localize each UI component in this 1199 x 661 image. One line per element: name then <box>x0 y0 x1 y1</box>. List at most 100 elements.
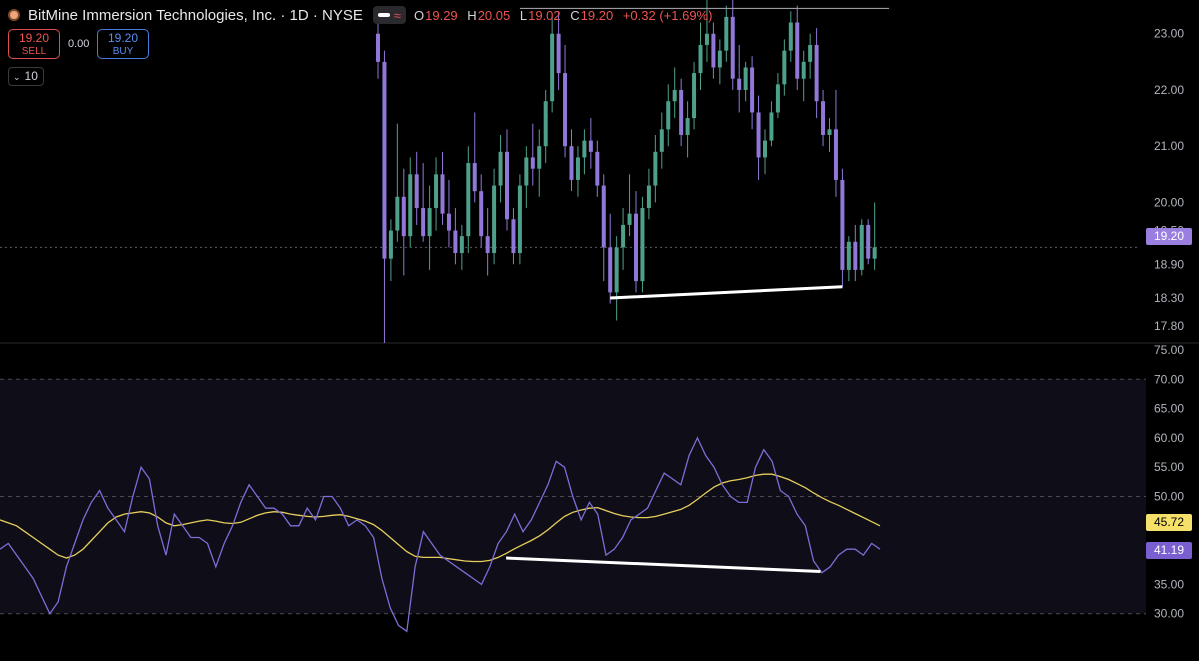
candle-body <box>427 208 432 237</box>
candle-body <box>556 33 561 74</box>
candle-body <box>795 22 800 79</box>
price-pane[interactable] <box>0 0 1199 344</box>
last-price-badge: 19.20 <box>1146 228 1192 245</box>
candle-body <box>846 241 851 270</box>
price-tick-label: 22.00 <box>1154 83 1184 97</box>
ohlc-readout: O19.29 H20.05 L19.02 C19.20 +0.32 (+1.69… <box>414 8 718 23</box>
candle-body <box>833 129 838 180</box>
buy-price: 19.20 <box>107 31 139 45</box>
candle-body <box>421 208 426 237</box>
rsi-tick-label: 50.00 <box>1154 490 1184 504</box>
low-label: L <box>519 7 528 23</box>
buy-label: BUY <box>112 46 134 57</box>
candle-body <box>395 196 400 231</box>
candle-body <box>440 174 445 214</box>
candle-body <box>685 118 690 135</box>
candle-body <box>550 33 555 102</box>
low-value: 19.02 <box>528 7 561 23</box>
candle-body <box>704 33 709 45</box>
rsi-tick-label: 55.00 <box>1154 460 1184 474</box>
candle-body <box>459 236 464 254</box>
rsi-pane[interactable] <box>0 378 1146 633</box>
price-tick-label: 17.80 <box>1154 319 1184 333</box>
candle-body <box>814 44 819 102</box>
spread-value: 0.00 <box>68 38 90 50</box>
rsi-tick-label: 70.00 <box>1154 372 1184 386</box>
visibility-toggle[interactable]: ≈ <box>372 6 406 24</box>
price-tick-label: 20.00 <box>1154 195 1184 209</box>
candle-body <box>382 61 387 259</box>
candle-body <box>821 101 826 135</box>
candle-body <box>788 22 793 51</box>
candle-body <box>582 140 587 158</box>
price-tick-label: 21.00 <box>1154 139 1184 153</box>
open-value: 19.29 <box>425 7 458 23</box>
rsi-tick-label: 30.00 <box>1154 607 1184 621</box>
candle-body <box>498 151 503 186</box>
rsi-axis[interactable]: 30.0035.0040.0045.0050.0055.0060.0065.00… <box>1154 343 1184 621</box>
rsi-tick-label: 35.00 <box>1154 577 1184 591</box>
candle-body <box>530 157 535 169</box>
candle-body <box>659 129 664 152</box>
sell-button[interactable]: 19.20 SELL <box>8 29 60 59</box>
candle-body <box>859 224 864 270</box>
candle-body <box>517 185 522 254</box>
interval-value: 10 <box>24 69 38 83</box>
symbol-title[interactable]: BitMine Immersion Technologies, Inc. · 1… <box>28 7 363 24</box>
candle-body <box>543 101 548 147</box>
candle-body <box>827 129 832 135</box>
candle-body <box>511 219 516 254</box>
buy-button[interactable]: 19.20 BUY <box>97 29 149 59</box>
candle-body <box>653 151 658 186</box>
candle-body <box>614 247 619 293</box>
change-value: +0.32 (+1.69%) <box>622 7 713 23</box>
candle-body <box>446 213 451 231</box>
rsi-ma-badge: 45.72 <box>1146 514 1192 531</box>
candle-body <box>717 50 722 68</box>
eye-icon[interactable] <box>377 13 390 17</box>
candle-body <box>872 247 877 259</box>
high-value: 20.05 <box>477 7 511 23</box>
rsi-tick-label: 65.00 <box>1154 402 1184 416</box>
candle-body <box>401 196 406 237</box>
candle-body <box>505 151 509 220</box>
support-line <box>610 285 843 300</box>
wave-icon[interactable]: ≈ <box>394 8 401 23</box>
price-axis[interactable]: 17.8018.3018.9019.5020.0021.0022.0023.00 <box>1154 27 1184 333</box>
candle-body <box>621 224 626 248</box>
candle-body <box>563 73 568 147</box>
chart-canvas[interactable]: 17.8018.3018.9019.5020.0021.0022.0023.00… <box>0 0 1199 661</box>
candle-body <box>434 174 439 209</box>
candle-body <box>756 112 761 158</box>
candle-body <box>730 16 735 79</box>
candle-body <box>679 89 684 135</box>
candle-body <box>466 163 471 237</box>
symbol-logo <box>8 9 20 21</box>
open-label: O <box>414 7 425 23</box>
candle-body <box>408 174 413 237</box>
chart-header: BitMine Immersion Technologies, Inc. · 1… <box>8 5 718 25</box>
candle-body <box>840 179 845 270</box>
candle-body <box>646 185 651 209</box>
price-tick-label: 23.00 <box>1154 27 1184 41</box>
sell-price: 19.20 <box>18 31 50 45</box>
interval-selector[interactable]: ⌄ 10 <box>8 67 44 86</box>
candle-body <box>575 157 580 180</box>
candle-body <box>485 236 490 254</box>
candle-body <box>769 112 774 141</box>
candle-body <box>376 33 380 62</box>
candle-body <box>601 185 606 248</box>
candle-body <box>640 208 645 282</box>
candle-body <box>524 157 529 186</box>
candle-body <box>537 146 542 169</box>
rsi-tick-label: 75.00 <box>1154 343 1184 357</box>
candle-body <box>608 247 613 293</box>
candle-body <box>750 67 755 113</box>
candle-body <box>698 44 703 74</box>
rsi-tick-label: 60.00 <box>1154 431 1184 445</box>
candle-body <box>853 241 858 270</box>
candle-body <box>492 185 497 254</box>
candle-body <box>672 89 677 102</box>
candle-body <box>388 230 393 259</box>
candle-body <box>569 146 574 180</box>
